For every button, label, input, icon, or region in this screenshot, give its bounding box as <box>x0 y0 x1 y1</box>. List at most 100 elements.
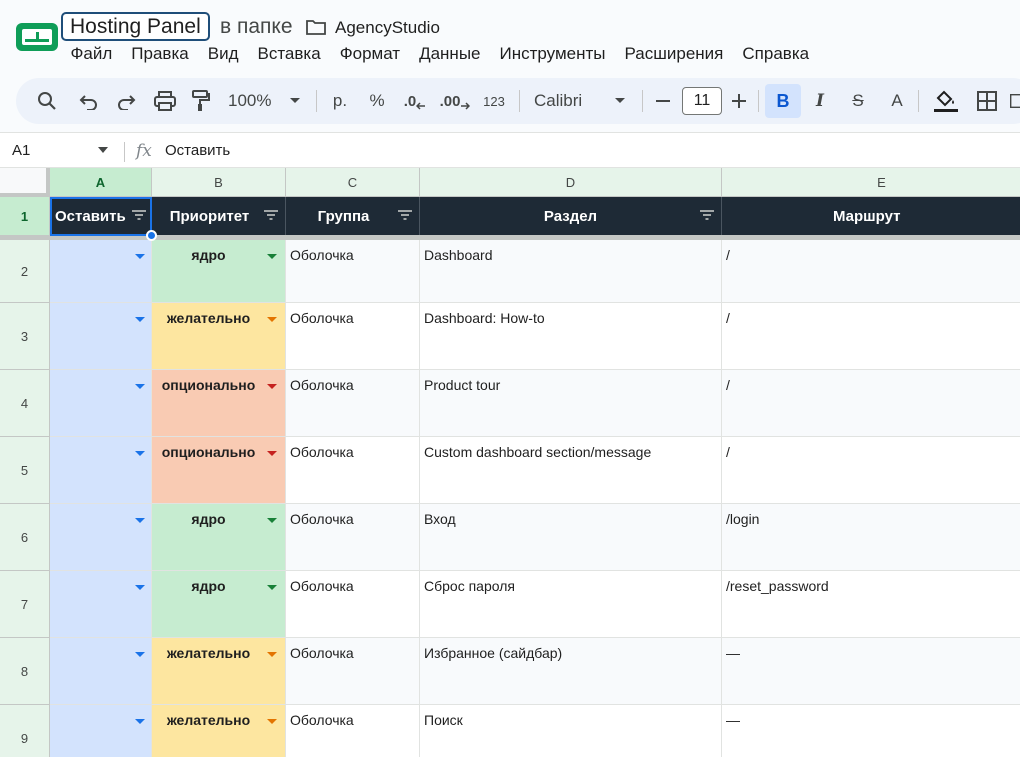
font-dropdown-icon[interactable] <box>612 78 628 124</box>
increase-decimal-button[interactable]: .00 <box>438 78 472 124</box>
priority-cell[interactable]: ядро <box>152 571 286 638</box>
strikethrough-button[interactable]: S <box>844 78 872 124</box>
section-cell[interactable]: Вход <box>420 504 722 571</box>
group-cell[interactable]: Оболочка <box>286 240 420 303</box>
dropdown-arrow-icon[interactable] <box>267 518 277 523</box>
priority-cell[interactable]: ядро <box>152 504 286 571</box>
priority-cell[interactable]: опционально <box>152 437 286 504</box>
select-all-corner[interactable] <box>0 168 50 197</box>
dropdown-arrow-icon[interactable] <box>267 585 277 590</box>
menu-help[interactable]: Справка <box>733 43 819 65</box>
zoom-select[interactable]: 100% <box>228 78 280 124</box>
keep-dropdown-cell[interactable] <box>50 303 152 370</box>
increase-font-size-icon[interactable] <box>728 78 750 124</box>
priority-cell[interactable]: желательно <box>152 705 286 757</box>
row-header-2[interactable]: 2 <box>0 240 50 303</box>
filter-icon[interactable] <box>397 209 413 221</box>
dropdown-arrow-icon[interactable] <box>135 652 145 657</box>
redo-icon[interactable] <box>111 78 141 124</box>
group-cell[interactable]: Оболочка <box>286 370 420 437</box>
menu-edit[interactable]: Правка <box>122 43 198 65</box>
menu-file[interactable]: Файл <box>61 43 122 65</box>
group-cell[interactable]: Оболочка <box>286 504 420 571</box>
sheets-logo-icon[interactable] <box>16 21 58 53</box>
route-cell[interactable]: / <box>722 370 1020 437</box>
dropdown-arrow-icon[interactable] <box>267 254 277 259</box>
keep-dropdown-cell[interactable] <box>50 705 152 757</box>
column-header-e[interactable]: E <box>722 168 1020 197</box>
section-cell[interactable]: Custom dashboard section/message <box>420 437 722 504</box>
dropdown-arrow-icon[interactable] <box>135 317 145 322</box>
priority-cell[interactable]: желательно <box>152 303 286 370</box>
keep-dropdown-cell[interactable] <box>50 571 152 638</box>
header-cell-group[interactable]: Группа <box>286 197 420 236</box>
column-header-d[interactable]: D <box>420 168 722 197</box>
priority-cell[interactable]: ядро <box>152 240 286 303</box>
group-cell[interactable]: Оболочка <box>286 303 420 370</box>
menu-extensions[interactable]: Расширения <box>615 43 733 65</box>
decrease-decimal-button[interactable]: .0 <box>400 78 430 124</box>
keep-dropdown-cell[interactable] <box>50 504 152 571</box>
name-box[interactable]: A1 <box>12 142 30 159</box>
section-cell[interactable]: Избранное (сайдбар) <box>420 638 722 705</box>
route-cell[interactable]: /login <box>722 504 1020 571</box>
route-cell[interactable]: — <box>722 705 1020 757</box>
borders-icon[interactable] <box>974 78 1000 124</box>
folder-name[interactable]: AgencyStudio <box>335 18 440 38</box>
section-cell[interactable]: Dashboard: How-to <box>420 303 722 370</box>
italic-button[interactable]: I <box>806 78 834 124</box>
dropdown-arrow-icon[interactable] <box>267 719 277 724</box>
row-header-1[interactable]: 1 <box>0 197 50 236</box>
filter-icon[interactable] <box>699 209 715 221</box>
dropdown-arrow-icon[interactable] <box>135 518 145 523</box>
paint-format-icon[interactable] <box>186 78 216 124</box>
zoom-dropdown-icon[interactable] <box>287 78 303 124</box>
decrease-font-size-icon[interactable] <box>652 78 674 124</box>
dropdown-arrow-icon[interactable] <box>135 384 145 389</box>
menu-format[interactable]: Формат <box>330 43 409 65</box>
keep-dropdown-cell[interactable] <box>50 370 152 437</box>
row-header-8[interactable]: 8 <box>0 638 50 705</box>
menu-insert[interactable]: Вставка <box>248 43 330 65</box>
header-cell-route[interactable]: Маршрут <box>722 197 1020 236</box>
group-cell[interactable]: Оболочка <box>286 638 420 705</box>
route-cell[interactable]: / <box>722 240 1020 303</box>
header-cell-keep[interactable]: Оставить <box>50 197 152 236</box>
folder-icon[interactable] <box>305 17 327 37</box>
column-header-b[interactable]: B <box>152 168 286 197</box>
column-header-a[interactable]: A <box>50 168 152 197</box>
section-cell[interactable]: Сброс пароля <box>420 571 722 638</box>
route-cell[interactable]: / <box>722 303 1020 370</box>
priority-cell[interactable]: опционально <box>152 370 286 437</box>
section-cell[interactable]: Product tour <box>420 370 722 437</box>
text-color-button[interactable]: A <box>884 78 910 124</box>
route-cell[interactable]: / <box>722 437 1020 504</box>
keep-dropdown-cell[interactable] <box>50 437 152 504</box>
dropdown-arrow-icon[interactable] <box>267 652 277 657</box>
document-title[interactable]: Hosting Panel <box>61 12 210 41</box>
header-cell-section[interactable]: Раздел <box>420 197 722 236</box>
filter-icon[interactable] <box>131 209 147 221</box>
dropdown-arrow-icon[interactable] <box>267 384 277 389</box>
keep-dropdown-cell[interactable] <box>50 240 152 303</box>
bold-button[interactable]: B <box>765 84 801 118</box>
row-header-5[interactable]: 5 <box>0 437 50 504</box>
name-box-dropdown-icon[interactable] <box>98 147 108 153</box>
row-header-3[interactable]: 3 <box>0 303 50 370</box>
currency-button[interactable]: р. <box>328 78 352 124</box>
group-cell[interactable]: Оболочка <box>286 571 420 638</box>
search-icon[interactable] <box>32 78 62 124</box>
row-header-4[interactable]: 4 <box>0 370 50 437</box>
number-format-button[interactable]: 123 <box>479 78 509 124</box>
font-select[interactable]: Calibri <box>534 78 594 124</box>
group-cell[interactable]: Оболочка <box>286 437 420 504</box>
dropdown-arrow-icon[interactable] <box>135 585 145 590</box>
fill-handle[interactable] <box>146 230 157 241</box>
dropdown-arrow-icon[interactable] <box>135 254 145 259</box>
merge-cells-icon[interactable] <box>1010 78 1020 124</box>
dropdown-arrow-icon[interactable] <box>135 719 145 724</box>
group-cell[interactable]: Оболочка <box>286 705 420 757</box>
dropdown-arrow-icon[interactable] <box>135 451 145 456</box>
dropdown-arrow-icon[interactable] <box>267 317 277 322</box>
undo-icon[interactable] <box>74 78 104 124</box>
